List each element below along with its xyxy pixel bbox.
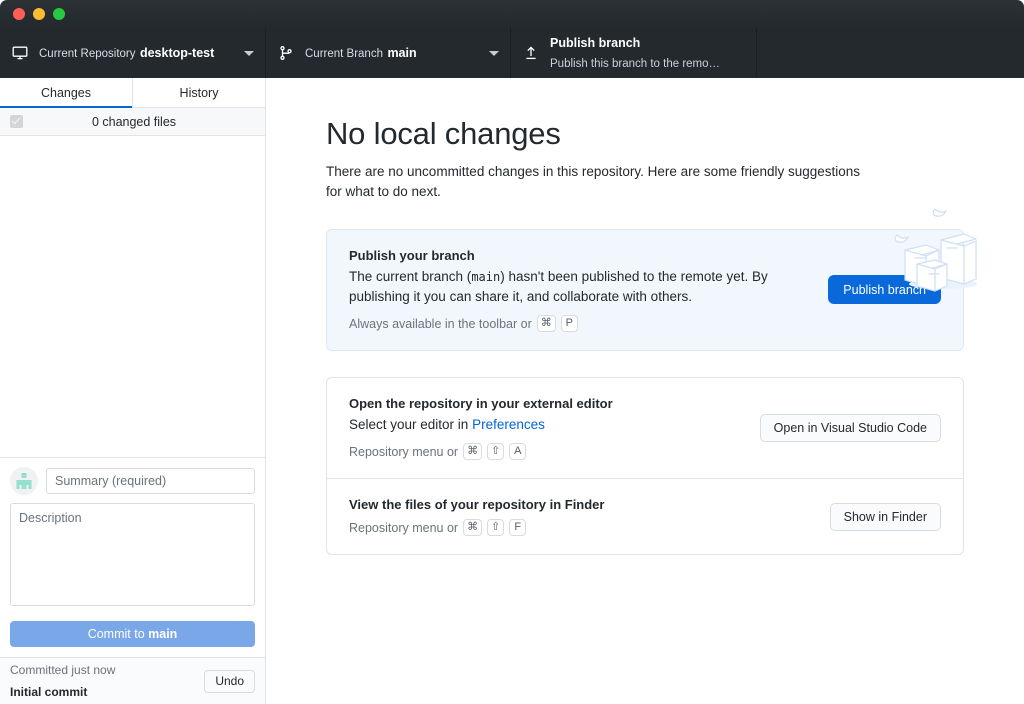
tab-history-label: History — [179, 85, 219, 100]
undo-commit-status-bar: Committed just now Initial commit Undo — [0, 657, 265, 704]
kbd-p-key: P — [560, 315, 578, 333]
finder-hint-text: Repository menu or — [349, 520, 459, 535]
changed-files-header: 0 changed files — [0, 108, 265, 136]
preferences-link[interactable]: Preferences — [472, 417, 545, 432]
show-in-finder-action: Show in Finder — [829, 502, 941, 531]
open-external-editor-section: Open the repository in your external edi… — [327, 378, 963, 478]
show-in-finder-section: View the files of your repository in Fin… — [327, 478, 963, 554]
chevron-down-icon — [244, 50, 254, 56]
show-in-finder-title: View the files of your repository in Fin… — [349, 497, 605, 513]
changed-files-list — [0, 136, 265, 457]
kbd-f-key: F — [509, 519, 527, 537]
current-branch-button[interactable]: Current Branch main — [266, 28, 511, 78]
current-repository-value: desktop-test — [139, 46, 215, 60]
chevron-down-icon — [489, 50, 499, 56]
editor-hint-text: Repository menu or — [349, 444, 459, 459]
current-repository-button[interactable]: Current Repository desktop-test — [0, 28, 266, 78]
commit-to-branch-button[interactable]: Commit to main — [10, 621, 255, 647]
last-commit-info: Committed just now Initial commit — [10, 659, 196, 702]
traffic-light-controls — [13, 8, 65, 20]
open-external-editor-body: Open the repository in your external edi… — [349, 396, 746, 461]
publish-branch-toolbar-title: Publish branch — [550, 36, 641, 50]
show-in-finder-button[interactable]: Show in Finder — [829, 502, 941, 531]
commit-button-branch: main — [148, 627, 178, 641]
kbd-a-key: A — [509, 443, 527, 461]
open-in-visual-studio-code-button[interactable]: Open in Visual Studio Code — [759, 414, 941, 443]
publish-branch-action: Publish branch — [828, 275, 941, 305]
current-repository-label: Current Repository — [39, 48, 136, 60]
publish-desc-part1: The current branch ( — [349, 268, 472, 284]
commit-button-prefix: Commit to — [87, 627, 149, 641]
zoom-window-button[interactable] — [53, 8, 65, 20]
commit-description-input[interactable] — [10, 503, 255, 606]
kbd-shift-icon: ⇧ — [487, 443, 505, 461]
open-external-editor-title: Open the repository in your external edi… — [349, 396, 613, 412]
close-window-button[interactable] — [13, 8, 25, 20]
publish-branch-body: Publish your branch The current branch (… — [349, 248, 814, 333]
publish-branch-card: Publish your branch The current branch (… — [326, 228, 964, 352]
current-branch-text: Current Branch main — [305, 43, 475, 63]
publish-branch-toolbar-button[interactable]: Publish branch Publish this branch to th… — [511, 28, 757, 78]
minimize-window-button[interactable] — [33, 8, 45, 20]
publish-branch-hint: Always available in the toolbar or ⌘ P — [349, 315, 814, 333]
publish-branch-description: The current branch (main) hasn't been pu… — [349, 267, 814, 309]
github-desktop-window: Current Repository desktop-test Current … — [0, 0, 1024, 704]
undo-commit-button[interactable]: Undo — [204, 669, 255, 693]
publish-branch-title: Publish your branch — [349, 247, 475, 263]
commit-summary-row — [10, 467, 255, 495]
publish-branch-toolbar-subtitle: Publish this branch to the remo… — [550, 58, 721, 70]
open-external-editor-action: Open in Visual Studio Code — [759, 414, 941, 443]
publish-hint-text: Always available in the toolbar or — [349, 316, 532, 331]
show-in-finder-hint: Repository menu or ⌘ ⇧ F — [349, 519, 816, 537]
publish-branch-button[interactable]: Publish branch — [828, 275, 941, 305]
kbd-shift-icon: ⇧ — [487, 519, 505, 537]
last-commit-message: Initial commit — [10, 685, 88, 699]
no-local-changes-panel: No local changes There are no uncommitte… — [266, 78, 1024, 704]
kbd-command-icon: ⌘ — [463, 519, 483, 537]
tab-history[interactable]: History — [133, 78, 265, 107]
publish-branch-section: Publish your branch The current branch (… — [327, 230, 963, 351]
git-branch-icon — [277, 44, 295, 62]
page-title: No local changes — [326, 116, 561, 151]
sidebar-tabs: Changes History — [0, 78, 265, 108]
app-body: Changes History 0 changed files Summary … — [0, 78, 1024, 704]
kbd-command-icon: ⌘ — [463, 443, 483, 461]
current-repository-text: Current Repository desktop-test — [39, 43, 230, 63]
repository-actions-card: Open the repository in your external edi… — [326, 377, 964, 556]
open-external-editor-hint: Repository menu or ⌘ ⇧ A — [349, 443, 746, 461]
window-titlebar — [0, 0, 1024, 28]
desktop-repository-icon — [11, 44, 29, 62]
publish-branch-toolbar-text: Publish branch Publish this branch to th… — [550, 33, 745, 73]
app-toolbar: Current Repository desktop-test Current … — [0, 28, 1024, 78]
page-subtitle: There are no uncommitted changes in this… — [326, 164, 861, 200]
select-all-checkbox[interactable] — [10, 115, 23, 128]
current-branch-value: main — [387, 46, 417, 60]
changed-files-count: 0 changed files — [91, 114, 177, 129]
tab-changes[interactable]: Changes — [0, 78, 133, 108]
current-branch-label: Current Branch — [305, 48, 383, 60]
branch-name-code: main — [471, 269, 501, 284]
commit-summary-input[interactable] — [46, 468, 255, 494]
tab-changes-label: Changes — [40, 85, 92, 100]
show-in-finder-body: View the files of your repository in Fin… — [349, 497, 816, 537]
publish-upload-icon — [522, 44, 540, 62]
avatar — [10, 467, 38, 495]
editor-desc-prefix: Select your editor in — [349, 417, 473, 433]
commit-form: Commit to main — [0, 457, 265, 657]
changes-sidebar: Changes History 0 changed files Summary … — [0, 78, 266, 704]
open-external-editor-description: Select your editor in Preferences — [349, 415, 746, 436]
last-commit-time: Committed just now — [10, 663, 116, 678]
kbd-command-icon: ⌘ — [536, 315, 556, 333]
toolbar-empty-space — [757, 28, 1024, 78]
